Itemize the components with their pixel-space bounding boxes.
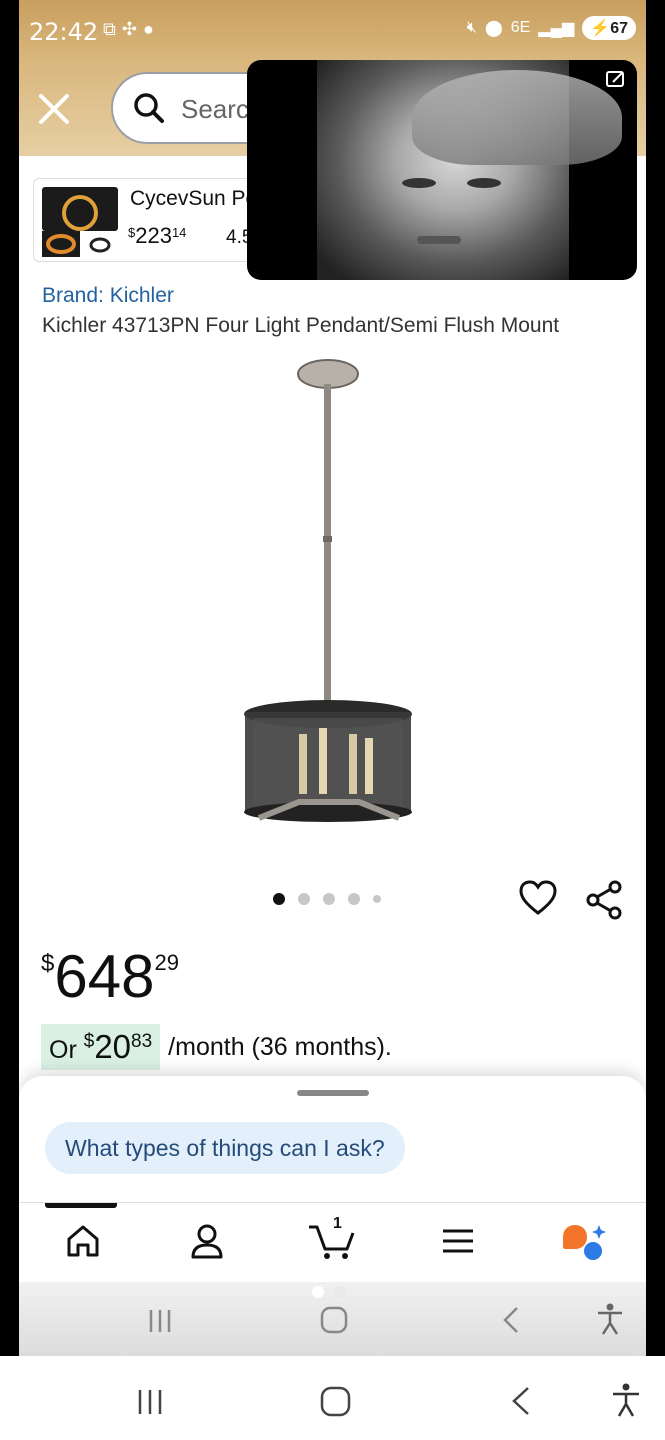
- mute-icon: 🔇︎: [466, 19, 477, 36]
- search-icon: [134, 93, 164, 123]
- assistant-bottom-sheet: What types of things can I ask?: [19, 1076, 646, 1206]
- home-button-icon[interactable]: [319, 1384, 353, 1418]
- nav-active-indicator: [45, 1203, 117, 1208]
- carousel-dot[interactable]: [373, 895, 381, 903]
- price-fraction: 29: [154, 950, 179, 975]
- monthly-fraction: 83: [131, 1031, 153, 1052]
- image-carousel-dots[interactable]: [273, 893, 381, 905]
- accessibility-icon[interactable]: [595, 1302, 625, 1336]
- share-icon[interactable]: [585, 880, 623, 920]
- status-notification-icons: ⧉ ✣ ●: [103, 19, 154, 40]
- cart-count: 1: [333, 1215, 342, 1232]
- cart-button[interactable]: 1: [307, 1215, 357, 1261]
- carousel-dot[interactable]: [273, 893, 285, 905]
- monthly-terms: /month (36 months).: [168, 1032, 392, 1061]
- sponsored-price-currency: $: [128, 225, 136, 240]
- monthly-payment: Or $2083 /month (36 months).: [41, 1024, 392, 1070]
- home-button-icon[interactable]: [319, 1304, 349, 1336]
- carousel-dot[interactable]: [323, 893, 335, 905]
- page-indicator-dots: [312, 1286, 346, 1298]
- battery-icon: ⚡67: [582, 16, 636, 40]
- carousel-dot[interactable]: [348, 893, 360, 905]
- page-dot: [334, 1286, 346, 1298]
- brand-link[interactable]: Brand: Kichler: [42, 284, 174, 308]
- app-gesture-area: [19, 1282, 646, 1356]
- back-icon[interactable]: [508, 1384, 534, 1418]
- menu-icon[interactable]: [439, 1221, 477, 1261]
- video-subject-mouth: [417, 236, 461, 244]
- video-subject-eye: [402, 178, 436, 188]
- fan-icon: ✣: [121, 19, 137, 39]
- monthly-currency: $: [83, 1031, 95, 1052]
- rufus-icon[interactable]: [559, 1221, 607, 1263]
- page-dot: [312, 1286, 324, 1298]
- amazon-app: 22:42 ⧉ ✣ ● 🔇︎ ⬤ 6E ▂▄▆ ⚡67 Searc CycevS…: [19, 0, 646, 1356]
- wifi-icon: 6E: [510, 19, 531, 36]
- price-whole: 648: [54, 943, 155, 1010]
- product-title: Kichler 43713PN Four Light Pendant/Semi …: [42, 314, 560, 337]
- account-icon[interactable]: [187, 1221, 227, 1261]
- cart-icon: [309, 1225, 355, 1259]
- heart-icon[interactable]: [519, 880, 557, 916]
- carousel-dot[interactable]: [298, 893, 310, 905]
- status-time: 22:42: [29, 18, 99, 46]
- system-nav-bar: [0, 1356, 665, 1440]
- screenshot-icon: ⧉: [103, 19, 116, 39]
- status-bar: 22:42 ⧉ ✣ ● 🔇︎ ⬤ 6E ▂▄▆ ⚡67: [19, 0, 646, 60]
- monthly-whole: 20: [94, 1028, 132, 1065]
- expand-video-icon[interactable]: [605, 68, 627, 90]
- back-icon[interactable]: [499, 1304, 523, 1336]
- price-currency: $: [41, 950, 55, 977]
- monthly-prefix: Or: [49, 1036, 77, 1064]
- accessibility-icon[interactable]: [610, 1382, 642, 1418]
- sponsored-product-thumbnails: [42, 231, 111, 257]
- sponsored-price-whole: 223: [135, 223, 172, 248]
- video-frame: [317, 60, 622, 280]
- close-icon[interactable]: [37, 92, 71, 126]
- sponsored-product-title: CycevSun Po: [130, 187, 258, 210]
- picture-in-picture-video[interactable]: [247, 60, 637, 280]
- battery-level: 67: [610, 20, 628, 37]
- video-subject-eye: [467, 178, 501, 188]
- sponsored-price-fraction: 14: [171, 225, 187, 240]
- search-placeholder: Searc: [181, 94, 249, 124]
- sponsored-product-image: [42, 187, 118, 231]
- status-right: 🔇︎ ⬤ 6E ▂▄▆ ⚡67: [467, 16, 636, 40]
- screen: 22:42 ⧉ ✣ ● 🔇︎ ⬤ 6E ▂▄▆ ⚡67 Searc CycevS…: [0, 0, 665, 1356]
- bottom-nav: 1: [19, 1202, 646, 1282]
- chat-icon: ●: [142, 19, 154, 39]
- video-subject-hair: [412, 70, 622, 165]
- suggestion-chip[interactable]: What types of things can I ask?: [45, 1122, 405, 1174]
- monthly-payment-badge: Or $2083: [41, 1024, 161, 1070]
- product-price: $64829: [41, 942, 179, 1011]
- recent-apps-icon[interactable]: [134, 1386, 166, 1418]
- recent-apps-icon[interactable]: [145, 1306, 175, 1336]
- product-image[interactable]: [239, 356, 439, 836]
- location-icon: ⬤: [484, 20, 503, 37]
- home-icon[interactable]: [63, 1221, 103, 1261]
- sheet-drag-handle[interactable]: [297, 1090, 369, 1096]
- signal-icon: ▂▄▆: [538, 20, 575, 37]
- sponsored-product-price: $22314: [128, 223, 186, 249]
